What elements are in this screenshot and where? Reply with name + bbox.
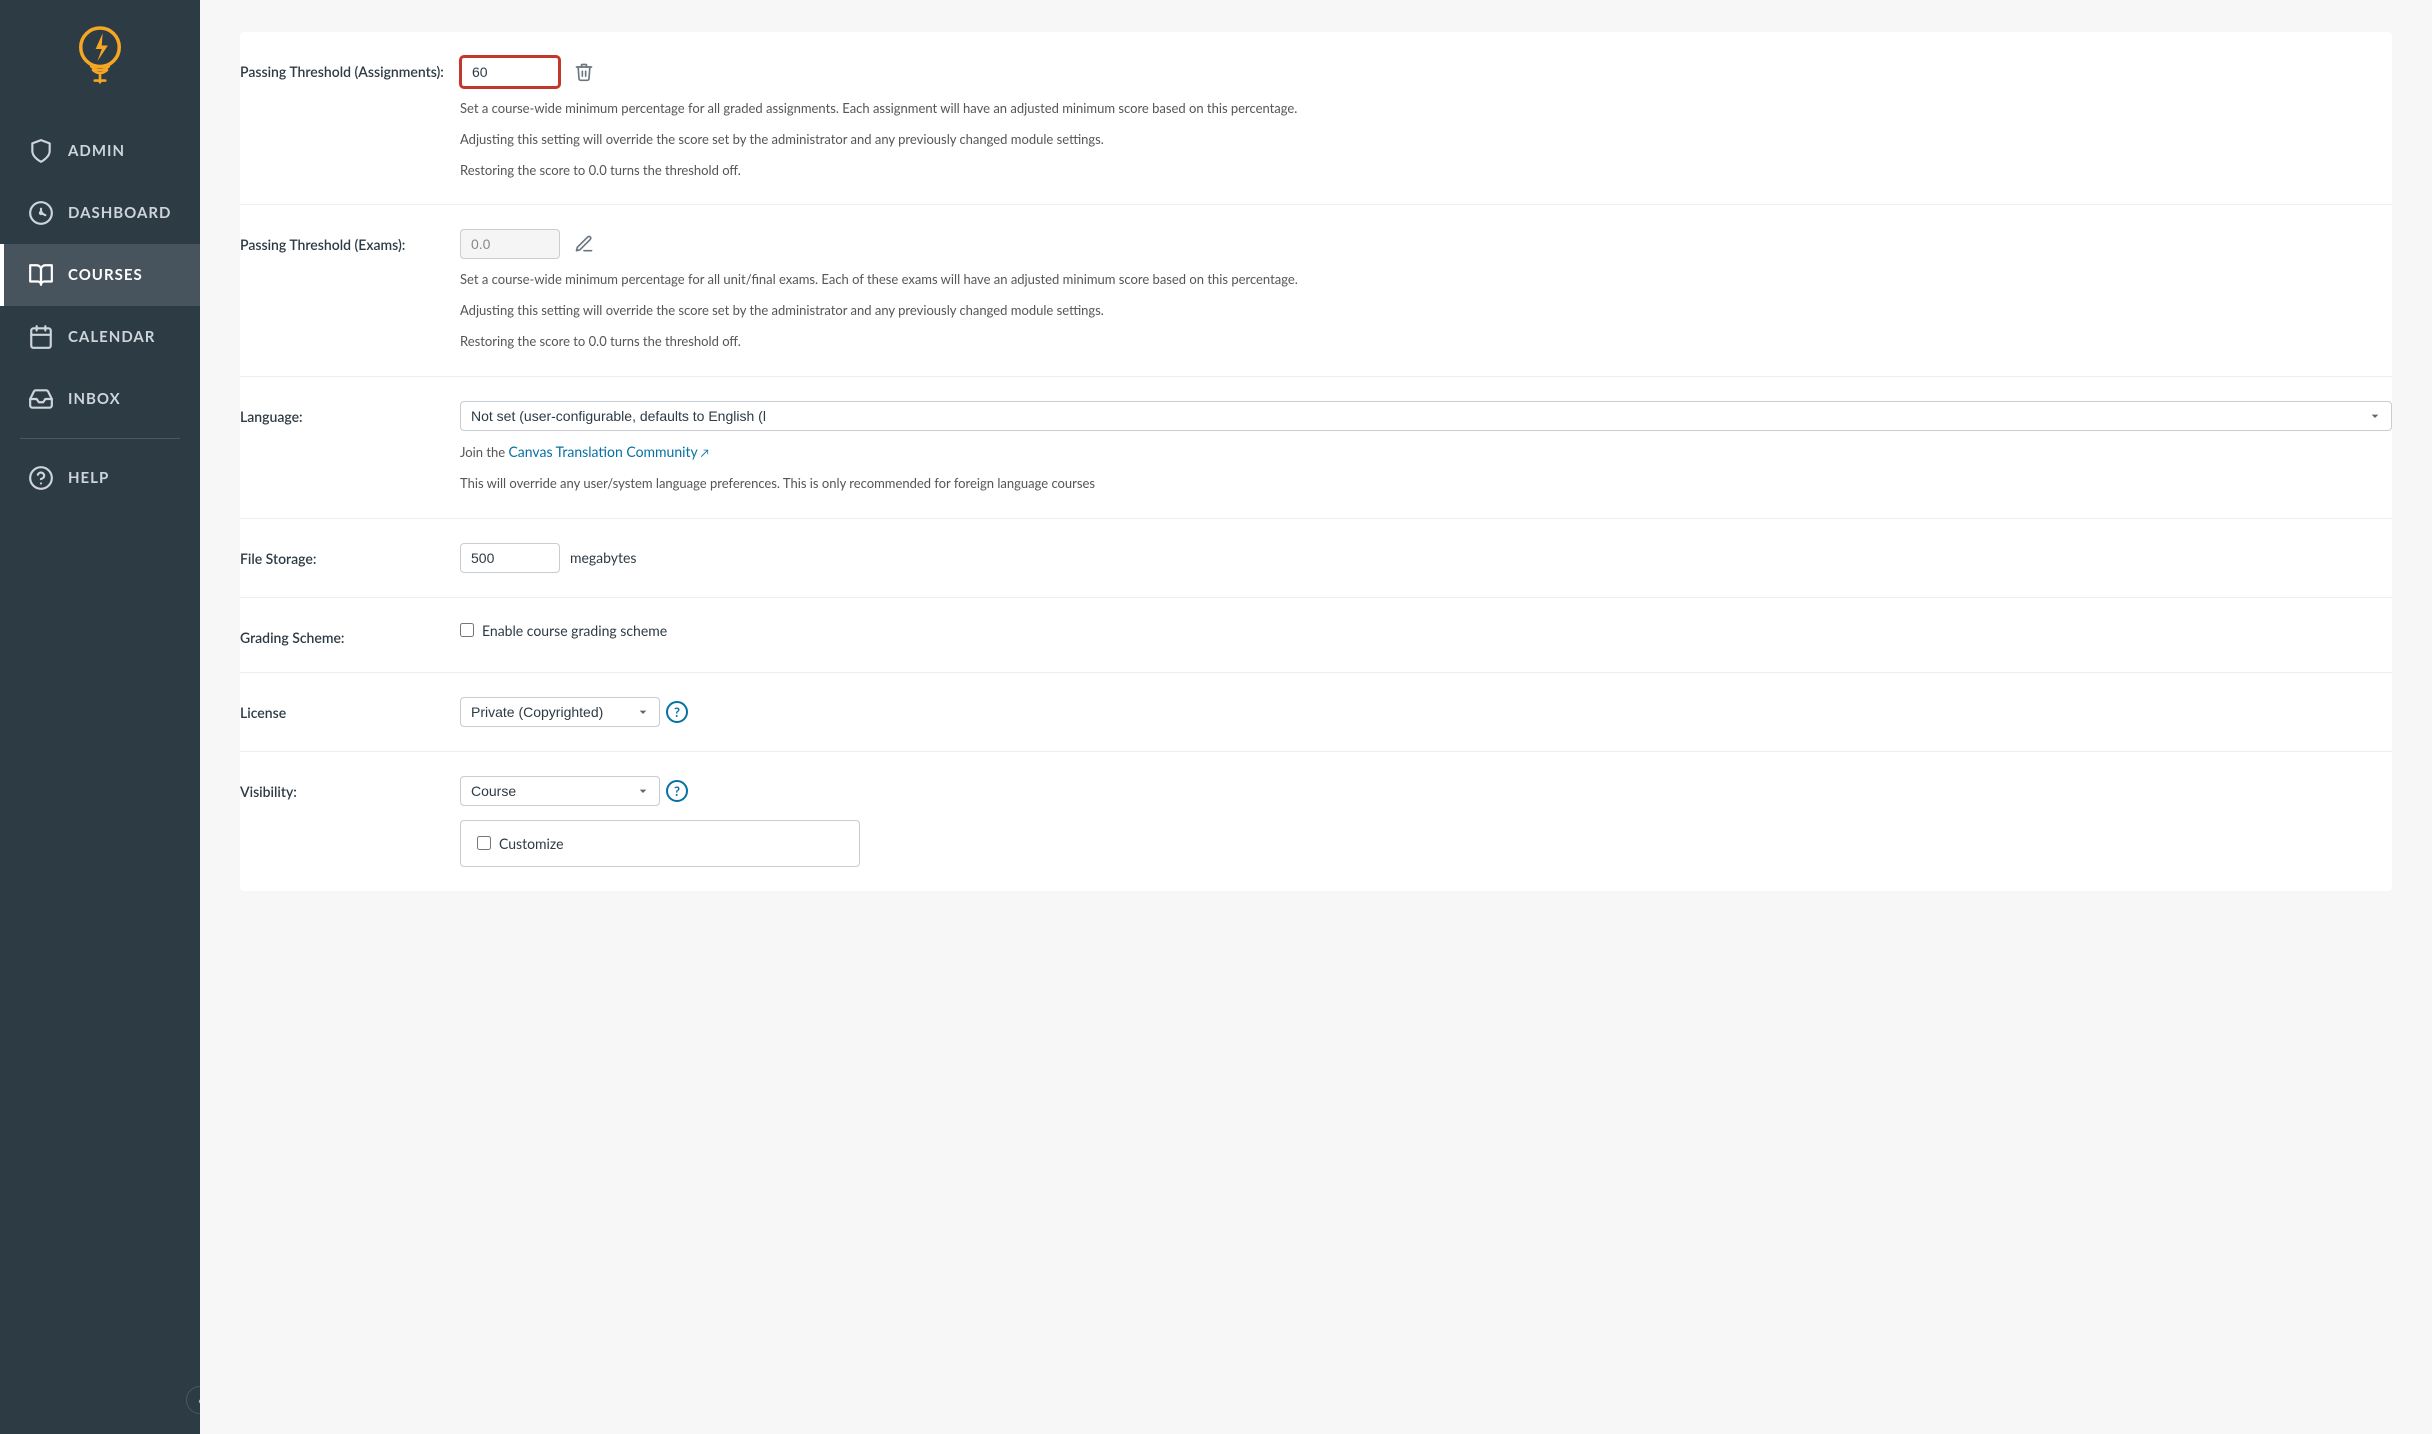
license-field: Private (Copyrighted) Public Domain CC A…: [460, 697, 2392, 727]
license-select[interactable]: Private (Copyrighted) Public Domain CC A…: [460, 697, 660, 727]
customize-checkbox-text: Customize: [499, 835, 564, 852]
license-help-icon[interactable]: ?: [666, 701, 688, 723]
customize-box: Customize: [460, 820, 860, 867]
join-link-text: Canvas Translation Community: [508, 443, 697, 460]
assignments-threshold-desc-2: Adjusting this setting will override the…: [460, 129, 2392, 150]
help-circle-icon: [28, 465, 54, 491]
exams-threshold-desc-3: Restoring the score to 0.0 turns the thr…: [460, 331, 2392, 352]
app-logo: [60, 16, 140, 96]
sidebar-item-help[interactable]: HELP: [0, 447, 200, 509]
edit-exams-threshold-button[interactable]: [570, 230, 598, 258]
license-row: License Private (Copyrighted) Public Dom…: [240, 673, 2392, 752]
sidebar-item-dashboard[interactable]: DASHBOARD: [0, 182, 200, 244]
language-select[interactable]: Not set (user-configurable, defaults to …: [460, 401, 2392, 431]
passing-threshold-assignments-input[interactable]: [460, 56, 560, 88]
book-icon: [28, 262, 54, 288]
file-storage-row: File Storage: megabytes: [240, 519, 2392, 598]
passing-threshold-exams-field: Set a course-wide minimum percentage for…: [460, 229, 2392, 351]
sidebar: ADMIN DASHBOARD COURSES: [0, 0, 200, 1434]
trash-icon: [574, 62, 594, 82]
customize-checkbox-label[interactable]: Customize: [477, 835, 843, 852]
grading-scheme-checkbox-text: Enable course grading scheme: [482, 622, 667, 639]
file-storage-input[interactable]: [460, 543, 560, 573]
join-text: Join the: [460, 444, 508, 460]
main-content: Passing Threshold (Assignments):: [200, 0, 2432, 1434]
language-field: Not set (user-configurable, defaults to …: [460, 401, 2392, 494]
language-label: Language:: [240, 401, 460, 427]
file-storage-field: megabytes: [460, 543, 2392, 573]
inbox-icon: [28, 386, 54, 412]
settings-form: Passing Threshold (Assignments):: [240, 32, 2392, 891]
visibility-help-icon[interactable]: ?: [666, 780, 688, 802]
sidebar-item-label-calendar: CALENDAR: [68, 328, 155, 346]
delete-assignments-threshold-button[interactable]: [570, 58, 598, 86]
file-storage-label: File Storage:: [240, 543, 460, 569]
passing-threshold-assignments-label: Passing Threshold (Assignments):: [240, 56, 460, 82]
customize-checkbox[interactable]: [477, 836, 491, 850]
language-override-text: This will override any user/system langu…: [460, 473, 2392, 494]
visibility-select-group: Course Institution Public ?: [460, 776, 2392, 806]
passing-threshold-assignments-field: Set a course-wide minimum percentage for…: [460, 56, 2392, 180]
visibility-label: Visibility:: [240, 776, 460, 802]
sidebar-navigation: ADMIN DASHBOARD COURSES: [0, 120, 200, 509]
visibility-field: Course Institution Public ? Customize: [460, 776, 2392, 867]
sidebar-item-label-admin: ADMIN: [68, 142, 125, 160]
file-storage-input-group: megabytes: [460, 543, 2392, 573]
assignments-threshold-desc-1: Set a course-wide minimum percentage for…: [460, 98, 2392, 119]
sidebar-divider: [20, 438, 180, 439]
shield-icon: [28, 138, 54, 164]
exams-threshold-desc-1: Set a course-wide minimum percentage for…: [460, 269, 2392, 290]
visibility-row: Visibility: Course Institution Public ? …: [240, 752, 2392, 891]
grading-scheme-checkbox-label[interactable]: Enable course grading scheme: [460, 622, 2392, 639]
sidebar-item-admin[interactable]: ADMIN: [0, 120, 200, 182]
visibility-select[interactable]: Course Institution Public: [460, 776, 660, 806]
sidebar-item-calendar[interactable]: CALENDAR: [0, 306, 200, 368]
passing-threshold-exams-row: Passing Threshold (Exams): Set a course-…: [240, 205, 2392, 376]
passing-threshold-exams-input-group: [460, 229, 2392, 259]
sidebar-item-label-dashboard: DASHBOARD: [68, 204, 171, 222]
grading-scheme-label: Grading Scheme:: [240, 622, 460, 648]
calendar-icon: [28, 324, 54, 350]
passing-threshold-assignments-row: Passing Threshold (Assignments):: [240, 32, 2392, 205]
license-label: License: [240, 697, 460, 723]
sidebar-item-label-courses: COURSES: [68, 266, 143, 284]
megabytes-label: megabytes: [570, 549, 636, 566]
language-join-text: Join the Canvas Translation Community ↗: [460, 441, 2392, 463]
dashboard-icon: [28, 200, 54, 226]
sidebar-item-courses[interactable]: COURSES: [0, 244, 200, 306]
license-select-group: Private (Copyrighted) Public Domain CC A…: [460, 697, 2392, 727]
canvas-translation-community-link[interactable]: Canvas Translation Community ↗: [508, 443, 708, 460]
grading-scheme-row: Grading Scheme: Enable course grading sc…: [240, 598, 2392, 673]
sidebar-item-label-help: HELP: [68, 469, 109, 487]
sidebar-item-label-inbox: INBOX: [68, 390, 121, 408]
sidebar-item-inbox[interactable]: INBOX: [0, 368, 200, 430]
passing-threshold-assignments-input-group: [460, 56, 2392, 88]
grading-scheme-field: Enable course grading scheme: [460, 622, 2392, 639]
grading-scheme-checkbox[interactable]: [460, 623, 474, 637]
external-link-icon: ↗: [698, 447, 709, 460]
passing-threshold-exams-input[interactable]: [460, 229, 560, 259]
chevron-left-icon: ‹: [198, 1392, 200, 1408]
exams-threshold-desc-2: Adjusting this setting will override the…: [460, 300, 2392, 321]
sidebar-collapse-button[interactable]: ‹: [186, 1386, 200, 1414]
language-row: Language: Not set (user-configurable, de…: [240, 377, 2392, 519]
passing-threshold-exams-label: Passing Threshold (Exams):: [240, 229, 460, 255]
assignments-threshold-desc-3: Restoring the score to 0.0 turns the thr…: [460, 160, 2392, 181]
pencil-icon: [574, 234, 594, 254]
